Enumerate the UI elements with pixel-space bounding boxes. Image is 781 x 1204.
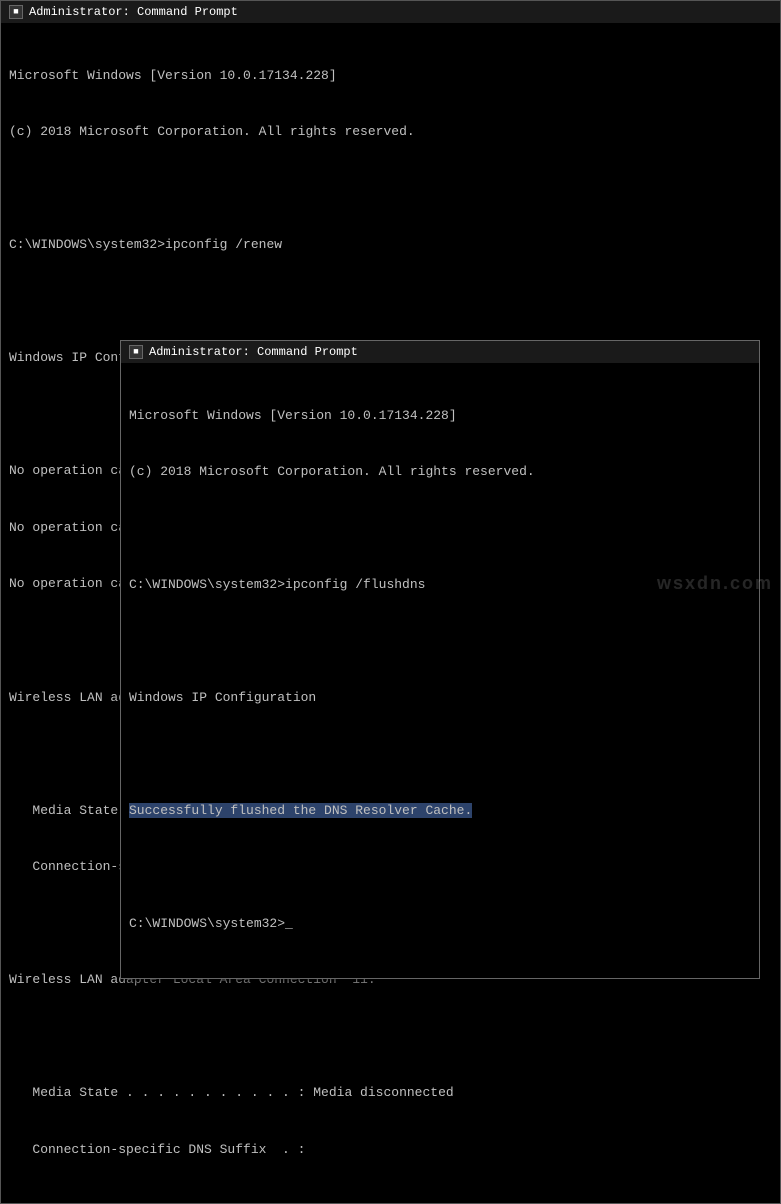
b-line-9: C:\WINDOWS\system32>_ [129,915,751,934]
line-19: Connection-specific DNS Suffix . : [9,1141,772,1160]
title-text-bottom: Administrator: Command Prompt [149,345,358,359]
b-line-4 [129,633,751,652]
cmd-body-bottom: Microsoft Windows [Version 10.0.17134.22… [121,363,759,978]
line-17 [9,1028,772,1047]
line-2 [9,180,772,199]
b-line-0: Microsoft Windows [Version 10.0.17134.22… [129,407,751,426]
line-0: Microsoft Windows [Version 10.0.17134.22… [9,67,772,86]
title-bar-top: ■ Administrator: Command Prompt [1,1,780,23]
cmd-icon-bottom: ■ [129,345,143,359]
b-line-8 [129,859,751,878]
b-line-3: C:\WINDOWS\system32>ipconfig /flushdns [129,576,751,595]
b-line-7: Successfully flushed the DNS Resolver Ca… [129,802,751,821]
line-1: (c) 2018 Microsoft Corporation. All righ… [9,123,772,142]
cmd-window-bottom: ■ Administrator: Command Prompt Microsof… [120,340,760,979]
line-3: C:\WINDOWS\system32>ipconfig /renew [9,236,772,255]
cmd-icon-top: ■ [9,5,23,19]
b-line-2 [129,520,751,539]
line-4 [9,293,772,312]
b-line-1: (c) 2018 Microsoft Corporation. All righ… [129,463,751,482]
b-line-6 [129,746,751,765]
title-bar-bottom: ■ Administrator: Command Prompt [121,341,759,363]
line-18: Media State . . . . . . . . . . . : Medi… [9,1084,772,1103]
b-line-5: Windows IP Configuration [129,689,751,708]
title-text-top: Administrator: Command Prompt [29,5,238,19]
